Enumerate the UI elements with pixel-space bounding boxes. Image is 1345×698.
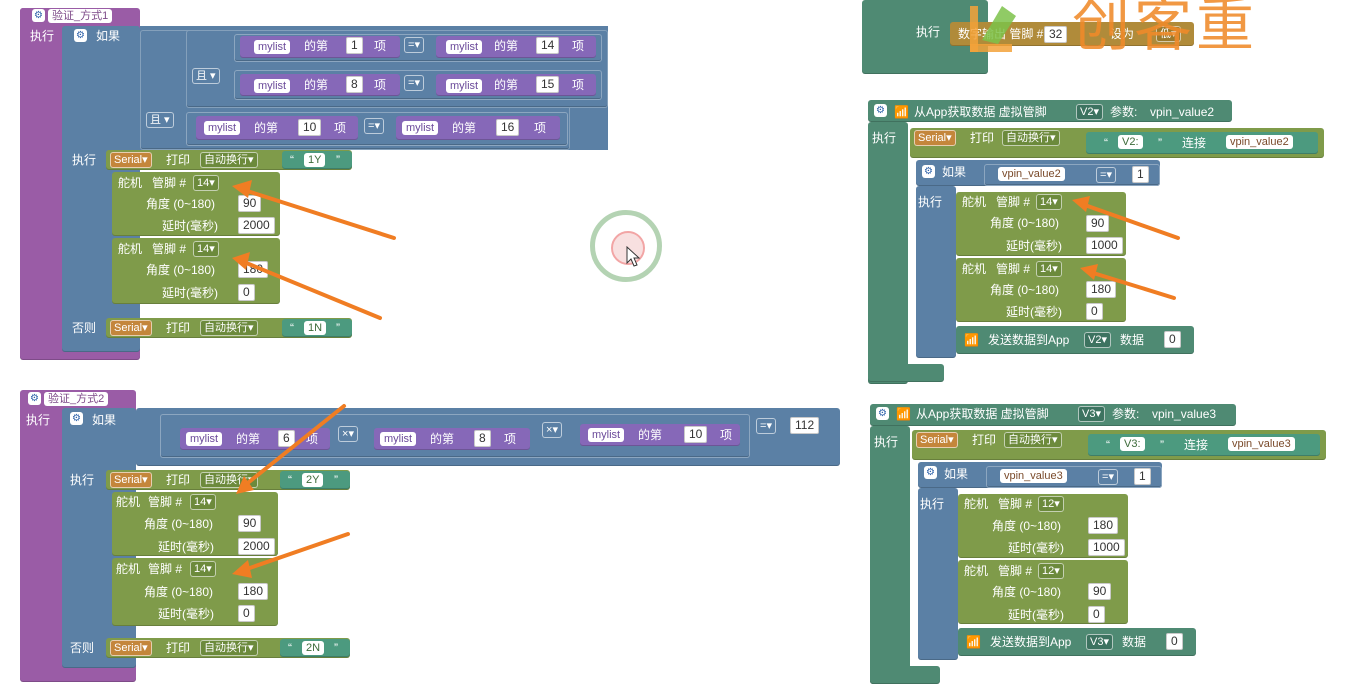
arrow-icon xyxy=(232,532,350,578)
arrow-icon xyxy=(1080,264,1176,300)
arrow-icon xyxy=(1072,196,1180,240)
arrow-icon xyxy=(232,252,382,320)
annotation-arrows xyxy=(232,180,1180,578)
arrow-icon xyxy=(232,180,396,240)
arrow-icon xyxy=(236,404,346,494)
